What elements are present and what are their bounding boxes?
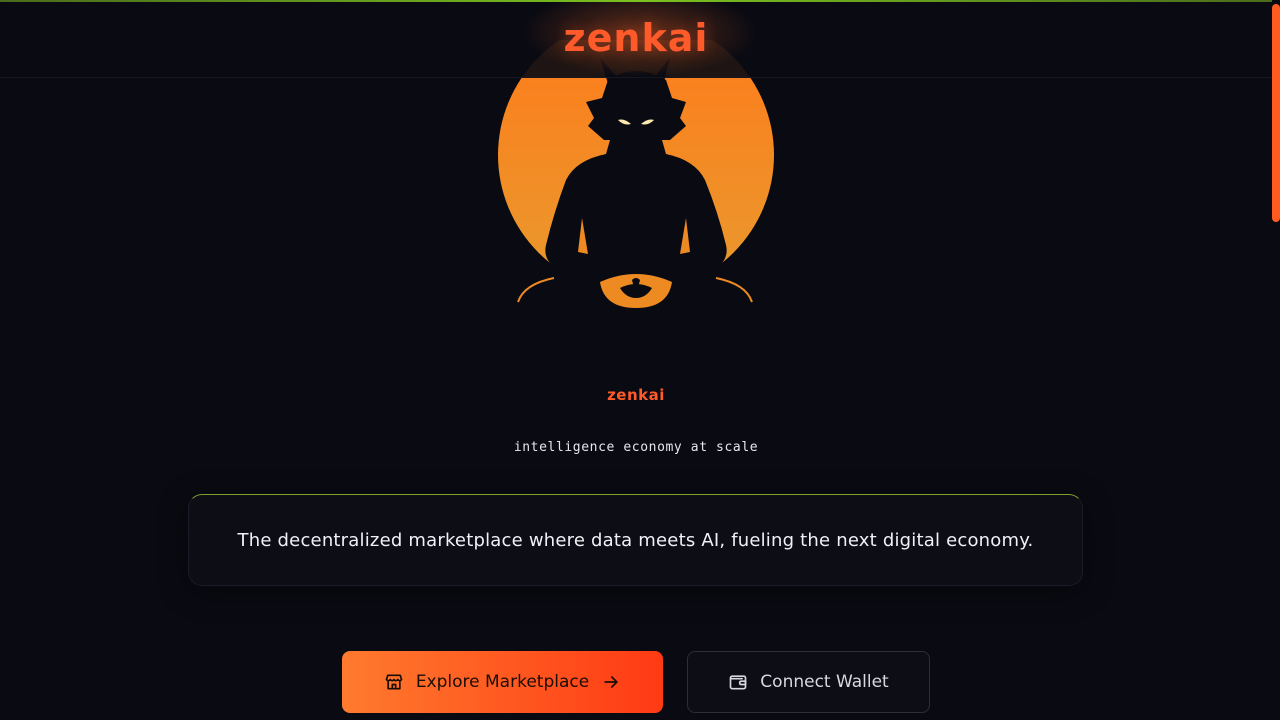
scrollbar-thumb[interactable] — [1272, 4, 1280, 222]
top-header: zenkai — [0, 2, 1272, 78]
brand-logo[interactable]: zenkai — [0, 16, 1272, 60]
hero-brand-text: zenkai — [607, 386, 665, 404]
store-icon — [384, 672, 404, 692]
explore-marketplace-label: Explore Marketplace — [415, 672, 590, 692]
description-card: The decentralized marketplace where data… — [188, 494, 1083, 586]
landing-page: zenkai zenkai intelligence economy at sc… — [0, 0, 1280, 720]
description-text: The decentralized marketplace where data… — [237, 529, 1034, 551]
samurai-illustration — [490, 40, 790, 330]
wallet-icon — [728, 672, 748, 692]
hero-tagline: intelligence economy at scale — [513, 440, 759, 455]
connect-wallet-button[interactable]: Connect Wallet — [687, 651, 930, 713]
connect-wallet-label: Connect Wallet — [760, 672, 889, 692]
arrow-right-icon — [601, 672, 621, 692]
explore-marketplace-button[interactable]: Explore Marketplace — [342, 651, 663, 713]
page-scrollbar[interactable] — [1272, 0, 1280, 720]
